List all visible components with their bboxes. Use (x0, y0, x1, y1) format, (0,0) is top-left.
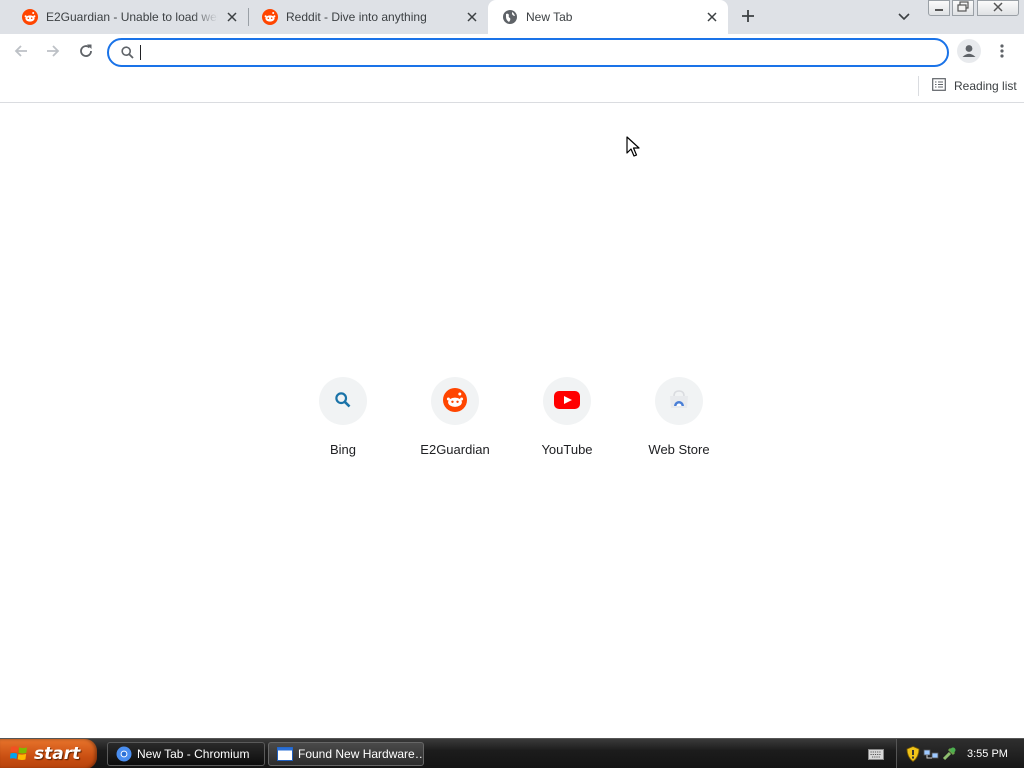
network-icon[interactable] (923, 746, 939, 762)
address-input[interactable] (141, 42, 947, 63)
bookmarks-bar: Reading list (0, 70, 1024, 103)
shortcut-label: YouTube (541, 442, 593, 457)
system-tray: 3:55 PM (896, 739, 1024, 768)
taskbar-item-label: Found New Hardware… (298, 747, 424, 761)
keyboard-icon[interactable] (868, 747, 884, 761)
clock[interactable]: 3:55 PM (967, 748, 1008, 760)
reading-list-label: Reading list (954, 79, 1017, 93)
shortcut-label: E2Guardian (420, 442, 490, 457)
new-tab-page: Bing E2Guardian YouTube Web Store (0, 104, 1024, 738)
close-tab-icon[interactable] (704, 9, 720, 25)
reddit-icon (262, 9, 278, 25)
taskbar-item-chromium[interactable]: New Tab - Chromium (107, 742, 265, 766)
close-window-button[interactable] (977, 0, 1019, 16)
restore-icon (957, 1, 969, 15)
reading-list-icon (932, 78, 946, 94)
shortcut-icon-circle (319, 377, 367, 425)
shortcut-bing[interactable]: Bing (287, 372, 399, 468)
forward-button[interactable] (40, 39, 66, 65)
menu-button[interactable] (993, 40, 1011, 64)
arrow-left-icon (13, 43, 29, 62)
chevron-down-icon (898, 10, 910, 24)
tab-reddit[interactable]: Reddit - Dive into anything (248, 0, 488, 34)
shortcut-label: Web Store (648, 442, 710, 457)
reddit-icon (443, 387, 467, 415)
plus-icon (741, 9, 755, 26)
new-tab-button[interactable] (736, 5, 760, 29)
reload-icon (78, 43, 94, 62)
tab-title: E2Guardian - Unable to load website (46, 10, 218, 24)
address-bar[interactable] (107, 38, 949, 67)
shortcut-youtube[interactable]: YouTube (511, 372, 623, 468)
taskbar: start New Tab - Chromium Found New Hardw… (0, 738, 1024, 768)
search-icon (334, 391, 352, 412)
shortcut-label: Bing (329, 442, 357, 457)
window-icon (277, 746, 293, 762)
close-icon (993, 1, 1003, 15)
tab-strip: E2Guardian - Unable to load website Redd… (0, 0, 1024, 34)
profile-button[interactable] (957, 38, 981, 66)
close-tab-icon[interactable] (464, 9, 480, 25)
divider (918, 76, 919, 96)
security-shield-icon[interactable] (905, 746, 921, 762)
arrow-right-icon (45, 43, 61, 62)
windows-logo-icon (10, 745, 28, 764)
shortcut-web-store[interactable]: Web Store (623, 372, 735, 468)
tab-search-button[interactable] (894, 7, 914, 27)
more-vert-icon (1000, 43, 1004, 61)
search-icon (119, 45, 135, 61)
minimize-icon (934, 1, 944, 15)
reddit-icon (22, 9, 38, 25)
shortcut-icon-circle (431, 377, 479, 425)
chromium-icon (116, 746, 132, 762)
start-label: start (34, 744, 81, 764)
minimize-button[interactable] (928, 0, 950, 16)
reading-list-button[interactable]: Reading list (928, 74, 1021, 98)
tab-new-tab[interactable]: New Tab (488, 0, 728, 34)
reload-button[interactable] (73, 39, 99, 65)
person-icon (957, 38, 981, 66)
tab-title: New Tab (526, 10, 573, 24)
youtube-icon (554, 390, 580, 412)
close-tab-icon[interactable] (224, 9, 240, 25)
tab-e2guardian[interactable]: E2Guardian - Unable to load website (8, 0, 248, 34)
safely-remove-hardware-icon[interactable] (941, 746, 957, 762)
mouse-pointer-icon (626, 136, 640, 158)
globe-icon (502, 9, 518, 25)
start-button[interactable]: start (0, 739, 97, 768)
back-button[interactable] (8, 39, 34, 65)
taskbar-item-found-new-hardware[interactable]: Found New Hardware… (268, 742, 424, 766)
taskbar-item-label: New Tab - Chromium (137, 747, 250, 761)
shortcut-icon-circle (655, 377, 703, 425)
restore-button[interactable] (952, 0, 974, 16)
web-store-icon (668, 389, 690, 413)
shortcut-e2guardian[interactable]: E2Guardian (399, 372, 511, 468)
tab-title: Reddit - Dive into anything (286, 10, 427, 24)
shortcut-icon-circle (543, 377, 591, 425)
